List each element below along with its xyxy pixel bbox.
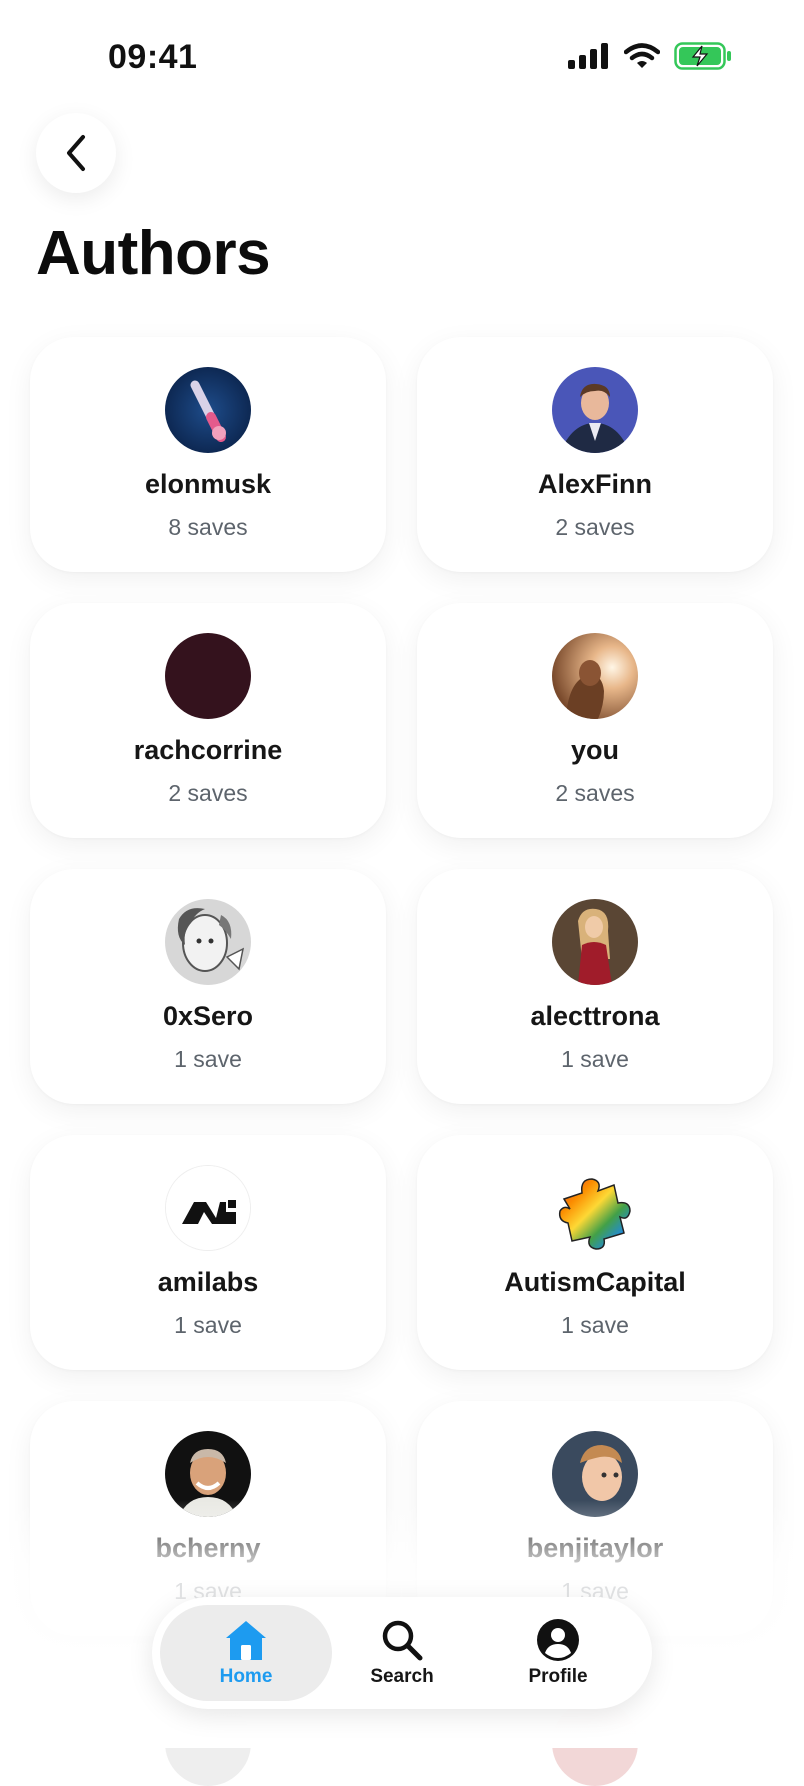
author-name: alecttrona	[530, 1001, 660, 1031]
author-card[interactable]: AutismCapital 1 save	[417, 1135, 773, 1370]
save-count: 2 saves	[555, 780, 635, 806]
avatar	[165, 367, 251, 453]
author-card[interactable]: rachcorrine 2 saves	[30, 603, 386, 838]
home-icon	[226, 1621, 266, 1660]
tab-home[interactable]: Home	[160, 1605, 332, 1701]
author-card[interactable]: amilabs 1 save	[30, 1135, 386, 1370]
tab-bar: Home Search Profile	[152, 1597, 652, 1709]
avatar	[552, 1165, 638, 1251]
author-name: bcherny	[155, 1533, 261, 1563]
chevron-left-icon	[67, 135, 85, 171]
author-name: AlexFinn	[537, 469, 652, 499]
author-card[interactable]: AlexFinn 2 saves	[417, 337, 773, 572]
avatar	[552, 633, 638, 719]
tab-search[interactable]: Search	[316, 1605, 488, 1701]
author-card[interactable]: alecttrona 1 save	[417, 869, 773, 1104]
save-count: 1 save	[174, 1046, 242, 1072]
save-count: 2 saves	[168, 780, 248, 806]
save-count: 1 save	[174, 1312, 242, 1338]
tab-label: Search	[370, 1666, 434, 1687]
tab-label: Home	[219, 1666, 273, 1687]
avatar	[552, 1700, 638, 1786]
status-bar: 09:41	[0, 0, 804, 110]
avatar	[552, 899, 638, 985]
search-icon	[382, 1620, 423, 1661]
avatar	[165, 899, 251, 985]
save-count: 1 save	[561, 1312, 629, 1338]
author-name: 0xSero	[162, 1001, 254, 1031]
tab-profile[interactable]: Profile	[472, 1605, 644, 1701]
author-name: amilabs	[157, 1267, 259, 1297]
author-card[interactable]: you 2 saves	[417, 603, 773, 838]
avatar	[552, 367, 638, 453]
avatar	[552, 1431, 638, 1517]
avatar	[165, 1700, 251, 1786]
avatar	[165, 1431, 251, 1517]
tab-label: Profile	[528, 1666, 588, 1687]
cellular-signal-icon	[568, 43, 608, 69]
author-name: AutismCapital	[504, 1267, 686, 1297]
save-count: 2 saves	[555, 514, 635, 540]
wifi-icon	[624, 43, 660, 68]
back-button[interactable]	[36, 113, 116, 193]
profile-icon	[537, 1619, 579, 1661]
author-name: elonmusk	[144, 469, 272, 499]
author-card[interactable]: 0xSero 1 save	[30, 869, 386, 1104]
save-count: 1 save	[561, 1046, 629, 1072]
authors-grid: elonmusk 8 saves AlexFinn 2 saves rachco…	[30, 337, 774, 1636]
author-name: rachcorrine	[133, 735, 283, 765]
author-name: benjitaylor	[526, 1533, 664, 1563]
avatar	[165, 633, 251, 719]
save-count: 8 saves	[168, 514, 248, 540]
author-card[interactable]: elonmusk 8 saves	[30, 337, 386, 572]
status-time: 09:41	[108, 38, 198, 76]
author-name: you	[570, 735, 619, 765]
status-icons	[568, 42, 732, 70]
avatar	[165, 1165, 251, 1251]
battery-charging-icon	[674, 42, 731, 70]
page-title: Authors	[36, 219, 271, 288]
